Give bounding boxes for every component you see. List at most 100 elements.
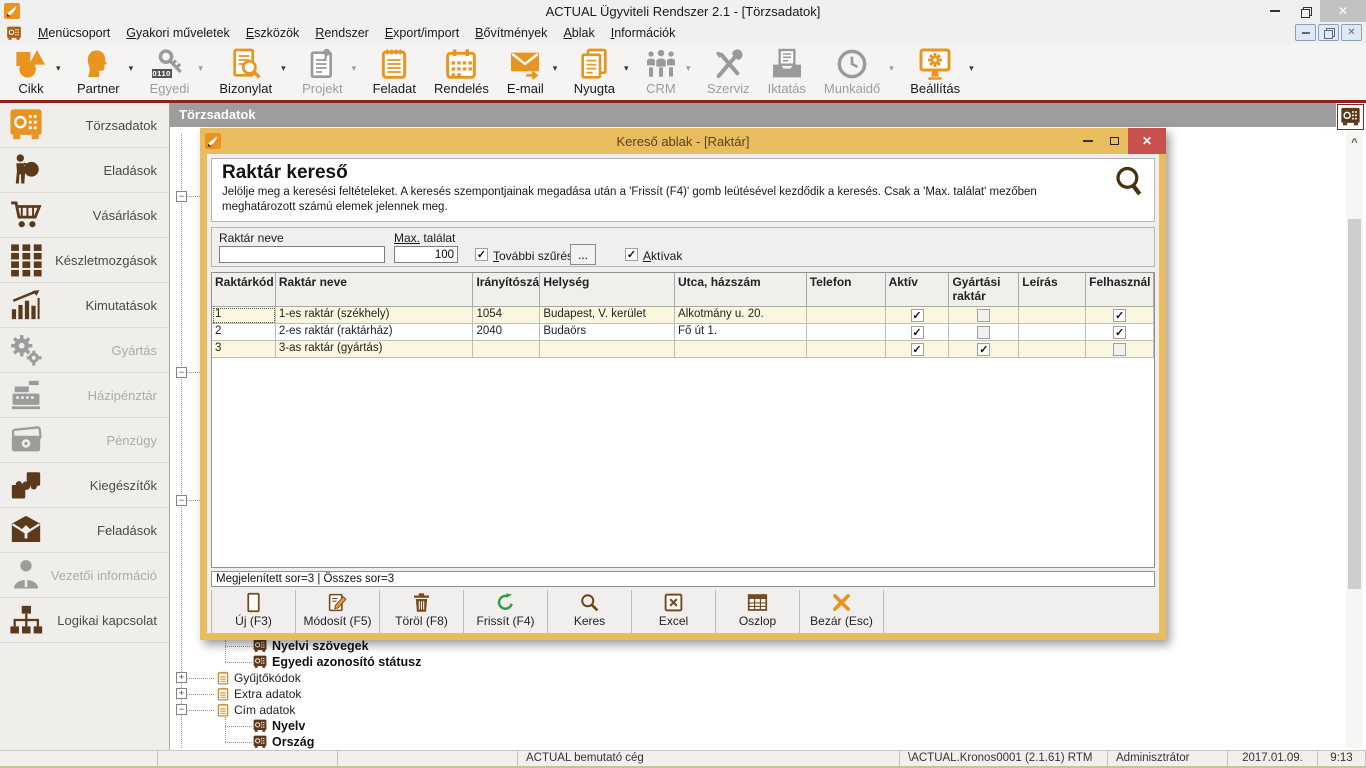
cell[interactable] bbox=[807, 324, 886, 341]
sidebar-item-kimutat-sok[interactable]: Kimutatások bbox=[0, 283, 169, 328]
button-bez-r-esc[interactable]: Bezár (Esc) bbox=[800, 590, 884, 633]
checkbox-cell[interactable]: ✓ bbox=[1086, 324, 1154, 341]
toolbar-rendel-s[interactable]: Rendelés bbox=[425, 47, 498, 96]
more-filter-checkbox[interactable]: ✓ bbox=[475, 248, 488, 261]
cell[interactable]: 1-es raktár (székhely) bbox=[276, 307, 474, 324]
cell[interactable]: 1054 bbox=[473, 307, 540, 324]
sidebar-item-t-rzsadatok[interactable]: Törzsadatok bbox=[0, 103, 169, 148]
table-row[interactable]: 22-es raktár (raktárház)2040BudaörsFő út… bbox=[212, 324, 1154, 341]
tree-collapse-icon[interactable]: − bbox=[176, 367, 187, 378]
dropdown-arrow-icon[interactable]: ▾ bbox=[969, 63, 981, 74]
restore-button[interactable] bbox=[1290, 0, 1320, 22]
tree-expander[interactable]: + bbox=[176, 688, 187, 699]
dropdown-arrow-icon[interactable]: ▾ bbox=[129, 63, 141, 74]
column-header-rakt-rk-d[interactable]: Raktárkód bbox=[212, 273, 276, 307]
column-header-helys-g[interactable]: Helység bbox=[540, 273, 675, 307]
docked-safe-icon[interactable] bbox=[1337, 104, 1364, 130]
checkbox-cell[interactable] bbox=[949, 324, 1019, 341]
column-header-le-r-s[interactable]: Leírás bbox=[1019, 273, 1086, 307]
button-t-r-l-f8[interactable]: Töröl (F8) bbox=[380, 590, 464, 633]
checkbox-checked[interactable]: ✓ bbox=[911, 309, 924, 322]
column-header-telefon[interactable]: Telefon bbox=[807, 273, 886, 307]
button-keres[interactable]: Keres bbox=[548, 590, 632, 633]
sidebar-item-logikai-kapcsolat[interactable]: Logikai kapcsolat bbox=[0, 598, 169, 643]
sidebar-item-k-szletmozg-sok[interactable]: Készletmozgások bbox=[0, 238, 169, 283]
menu-rendszer[interactable]: Rendszer bbox=[307, 26, 377, 40]
tree-collapse-icon[interactable]: − bbox=[176, 495, 187, 506]
mdi-minimize-button[interactable] bbox=[1295, 24, 1316, 41]
close-button[interactable]: ✕ bbox=[1320, 0, 1366, 22]
dropdown-arrow-icon[interactable]: ▾ bbox=[56, 63, 68, 74]
dialog-maximize-button[interactable] bbox=[1101, 128, 1128, 154]
column-header-felhaszn-l[interactable]: Felhasznál bbox=[1086, 273, 1154, 307]
cell[interactable] bbox=[1019, 307, 1086, 324]
cell[interactable]: 2040 bbox=[473, 324, 540, 341]
dialog-close-button[interactable]: ✕ bbox=[1128, 128, 1166, 154]
checkbox-checked[interactable]: ✓ bbox=[1113, 326, 1126, 339]
more-filter-options-button[interactable]: ... bbox=[570, 244, 596, 265]
cell[interactable] bbox=[675, 341, 807, 358]
checkbox-cell[interactable] bbox=[1086, 341, 1154, 358]
tree-collapse-icon[interactable]: − bbox=[176, 191, 187, 202]
mdi-restore-button[interactable] bbox=[1318, 24, 1339, 41]
menu-inform-ci-k[interactable]: Információk bbox=[603, 26, 684, 40]
cell[interactable] bbox=[807, 307, 886, 324]
column-header-utca-h-zsz-m[interactable]: Utca, házszám bbox=[675, 273, 807, 307]
tree-expander[interactable]: + bbox=[176, 672, 187, 683]
cell[interactable]: Budapest, V. kerület bbox=[540, 307, 675, 324]
dialog-minimize-button[interactable] bbox=[1074, 128, 1101, 154]
tree-item-nyelv[interactable]: Nyelv bbox=[170, 718, 870, 734]
checkbox-cell[interactable]: ✓ bbox=[886, 341, 950, 358]
sidebar-item-felad-sok[interactable]: Feladások bbox=[0, 508, 169, 553]
sidebar-item-elad-sok[interactable]: Eladások bbox=[0, 148, 169, 193]
checkbox-cell[interactable]: ✓ bbox=[886, 324, 950, 341]
tree-item-nyelvi-sz-vegek[interactable]: Nyelvi szövegek bbox=[170, 638, 870, 654]
cell[interactable]: 3 bbox=[212, 341, 276, 358]
dropdown-arrow-icon[interactable]: ▾ bbox=[889, 63, 901, 74]
table-row[interactable]: 11-es raktár (székhely)1054Budapest, V. … bbox=[212, 307, 1154, 324]
cell[interactable] bbox=[473, 341, 540, 358]
menu-eszk-z-k[interactable]: Eszközök bbox=[238, 26, 308, 40]
minimize-button[interactable] bbox=[1260, 0, 1290, 22]
toolbar-e-mail[interactable]: E-mail bbox=[498, 47, 553, 96]
button-friss-t-f4[interactable]: Frissít (F4) bbox=[464, 590, 548, 633]
dropdown-arrow-icon[interactable]: ▾ bbox=[686, 63, 698, 74]
toolbar-be-ll-t-s[interactable]: Beállítás bbox=[901, 47, 969, 96]
mdi-close-button[interactable]: ✕ bbox=[1341, 24, 1362, 41]
toolbar-cikk[interactable]: Cikk bbox=[6, 47, 56, 96]
tree-item-gy-jt-k-dok[interactable]: +Gyűjtőkódok bbox=[170, 670, 870, 686]
tree-expander[interactable]: − bbox=[176, 704, 187, 715]
cell[interactable] bbox=[1019, 324, 1086, 341]
cell[interactable]: Alkotmány u. 20. bbox=[675, 307, 807, 324]
toolbar-nyugta[interactable]: Nyugta bbox=[565, 47, 624, 96]
cell[interactable]: 3-as raktár (gyártás) bbox=[276, 341, 474, 358]
vertical-scrollbar[interactable]: ^ bbox=[1346, 131, 1363, 748]
checkbox-checked[interactable]: ✓ bbox=[1113, 309, 1126, 322]
menu-export-import[interactable]: Export/import bbox=[377, 26, 467, 40]
dropdown-arrow-icon[interactable]: ▾ bbox=[198, 63, 210, 74]
checkbox-unchecked[interactable] bbox=[1113, 343, 1126, 356]
tree-item-c-m-adatok[interactable]: −Cím adatok bbox=[170, 702, 870, 718]
checkbox-checked[interactable]: ✓ bbox=[977, 343, 990, 356]
column-header-gy-rt-si-rakt-r[interactable]: Gyártási raktár bbox=[949, 273, 1019, 307]
button-oszlop[interactable]: Oszlop bbox=[716, 590, 800, 633]
cell[interactable]: Fő út 1. bbox=[675, 324, 807, 341]
checkbox-cell[interactable]: ✓ bbox=[949, 341, 1019, 358]
menu-gyakori-m-veletek[interactable]: Gyakori műveletek bbox=[118, 26, 238, 40]
checkbox-unchecked[interactable] bbox=[977, 309, 990, 322]
max-results-input[interactable] bbox=[394, 246, 458, 263]
tree-item-egyedi-azonos-t-st-tusz[interactable]: Egyedi azonosító státusz bbox=[170, 654, 870, 670]
column-header-rakt-r-neve[interactable]: Raktár neve bbox=[276, 273, 474, 307]
tree-item-extra-adatok[interactable]: +Extra adatok bbox=[170, 686, 870, 702]
checkbox-checked[interactable]: ✓ bbox=[911, 343, 924, 356]
active-only-checkbox[interactable]: ✓ bbox=[625, 248, 638, 261]
tree-item-orsz-g[interactable]: Ország bbox=[170, 734, 870, 750]
dropdown-arrow-icon[interactable]: ▾ bbox=[624, 63, 636, 74]
table-row[interactable]: 33-as raktár (gyártás) ✓ ✓ bbox=[212, 341, 1154, 358]
cell[interactable]: 1 bbox=[212, 307, 276, 324]
button-j-f3[interactable]: Új (F3) bbox=[212, 590, 296, 633]
checkbox-checked[interactable]: ✓ bbox=[911, 326, 924, 339]
dropdown-arrow-icon[interactable]: ▾ bbox=[352, 63, 364, 74]
column-header-akt-v[interactable]: Aktív bbox=[886, 273, 950, 307]
cell[interactable]: Budaörs bbox=[540, 324, 675, 341]
